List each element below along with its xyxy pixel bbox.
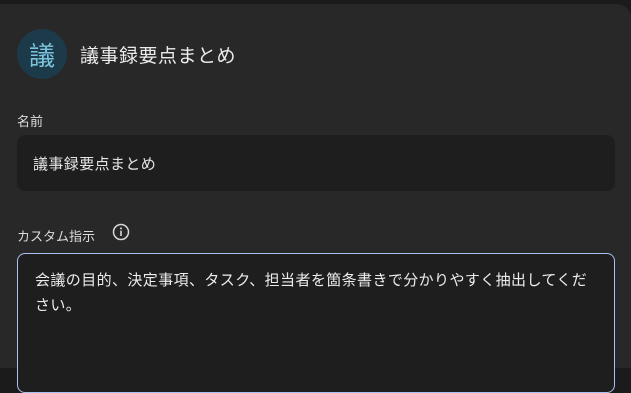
avatar[interactable]: 議 [17, 29, 67, 79]
page-title: 議事録要点まとめ [80, 44, 237, 67]
header: 議 議事録要点まとめ [17, 29, 236, 79]
name-label: 名前 [17, 115, 44, 130]
name-field[interactable]: 議事録要点まとめ [17, 135, 615, 191]
info-icon[interactable] [112, 223, 130, 241]
custom-instructions-label: カスタム指示 [17, 230, 96, 245]
custom-instructions-textarea[interactable]: 会議の目的、決定事項、タスク、担当者を箇条書きで分かりやすく抽出してください。 [17, 253, 615, 393]
